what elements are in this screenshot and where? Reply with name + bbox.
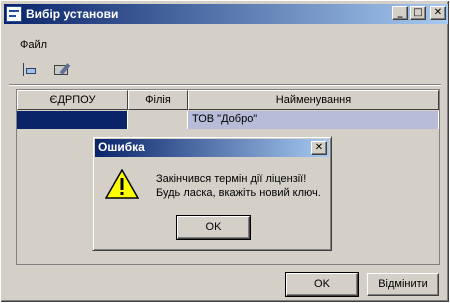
title-bar[interactable]: Вибір установи _ □ ✕	[4, 4, 448, 24]
error-dialog-title[interactable]: Ошибка ✕	[95, 139, 329, 157]
error-message-line2: Будь ласка, вкажіть новий ключ.	[156, 187, 321, 199]
column-header-edrpou[interactable]: ЄДРПОУ	[17, 90, 128, 110]
window-title: Вибір установи	[26, 7, 119, 21]
cell-filia[interactable]	[128, 111, 188, 129]
maximize-button[interactable]: □	[410, 6, 426, 20]
error-message-line1: Закінчився термін дії ліцензії!	[156, 173, 307, 185]
column-header-name[interactable]: Найменування	[188, 90, 439, 110]
cell-edrpou[interactable]	[17, 111, 128, 129]
tree-view-icon[interactable]	[21, 62, 39, 78]
app-icon	[6, 6, 22, 22]
error-dialog-ok-button[interactable]: OK	[176, 215, 251, 240]
error-dialog-close-button[interactable]: ✕	[311, 141, 327, 155]
grid-header: ЄДРПОУ Філія Найменування	[17, 90, 439, 110]
error-dialog: Ошибка ✕ Закінчився термін дії ліцензії!…	[92, 136, 332, 251]
ok-button[interactable]: OK	[285, 272, 359, 297]
cell-name[interactable]: ТОВ "Добро"	[188, 111, 439, 129]
toolbar-divider	[9, 84, 441, 86]
main-window: Вибір установи _ □ ✕ Файл ЄДРПОУ Філія Н…	[0, 0, 450, 303]
cancel-button[interactable]: Відмінити	[367, 273, 439, 296]
column-header-filia[interactable]: Філія	[128, 90, 188, 110]
error-dialog-title-text: Ошибка	[98, 140, 145, 154]
close-button[interactable]: ✕	[430, 6, 446, 20]
edit-icon[interactable]	[53, 62, 71, 78]
title-buttons: _ □ ✕	[392, 6, 446, 20]
table-row[interactable]: ТОВ "Добро"	[17, 111, 439, 129]
toolbar	[21, 62, 71, 78]
minimize-button[interactable]: _	[392, 6, 408, 20]
warning-icon	[105, 169, 139, 199]
menu-file[interactable]: Файл	[20, 39, 47, 51]
